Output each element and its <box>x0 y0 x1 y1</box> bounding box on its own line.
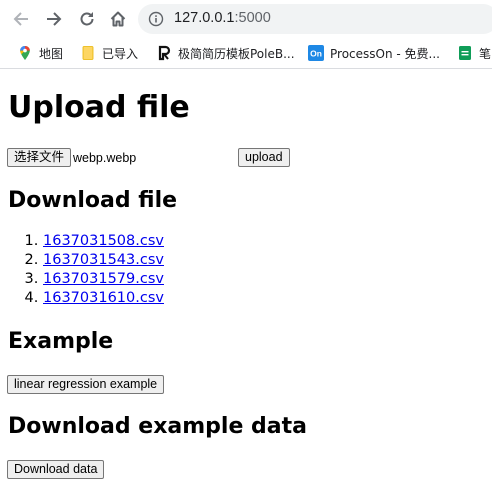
bookmark-maps[interactable]: 地图 <box>17 45 63 61</box>
home-icon[interactable] <box>106 7 130 31</box>
forward-arrow-icon[interactable] <box>42 7 66 31</box>
linear-regression-example-button[interactable]: linear regression example <box>7 375 165 394</box>
example-heading: Example <box>8 329 114 354</box>
processon-icon: On <box>308 45 324 61</box>
bookmark-label: 极简简历模板PoleB... <box>178 46 295 61</box>
back-arrow-icon[interactable] <box>9 7 33 31</box>
green-sheet-icon <box>457 45 473 61</box>
bookmark-label: 地图 <box>39 46 64 61</box>
download-data-button[interactable]: Download data <box>7 460 105 479</box>
bookmarks-bar: 地图 已导入 极简简历模板PoleB... On ProcessOn - 免费.… <box>0 38 492 68</box>
bookmark-label: 已导入 <box>102 46 139 61</box>
file-link[interactable]: 1637031610.csv <box>43 290 164 306</box>
bookmark-processon[interactable]: On ProcessOn - 免费... <box>308 45 440 61</box>
download-file-heading: Download file <box>8 188 178 213</box>
file-link[interactable]: 1637031579.csv <box>43 271 164 287</box>
bookmark-label: ProcessOn - 免费... <box>330 46 440 61</box>
poleb-icon <box>156 45 172 61</box>
list-item: 1637031543.csv <box>43 251 164 270</box>
bookmark-poleb[interactable]: 极简简历模板PoleB... <box>156 45 295 61</box>
google-maps-icon <box>17 45 33 61</box>
folder-icon <box>80 45 96 61</box>
address-url[interactable]: 127.0.0.1:5000 <box>174 10 271 26</box>
bookmark-label: 笔 <box>479 46 492 61</box>
address-bar[interactable]: 127.0.0.1:5000 <box>138 4 492 34</box>
download-example-data-heading: Download example data <box>8 414 307 439</box>
bookmark-notes[interactable]: 笔 <box>457 45 491 61</box>
svg-text:On: On <box>310 49 322 59</box>
file-list: 1637031508.csv 1637031543.csv 1637031579… <box>0 232 164 308</box>
list-item: 1637031508.csv <box>43 232 164 251</box>
file-link[interactable]: 1637031543.csv <box>43 252 164 268</box>
browser-toolbar: 127.0.0.1:5000 <box>0 0 492 38</box>
url-host: 127.0.0.1 <box>174 10 235 26</box>
browser-chrome: 127.0.0.1:5000 地图 已导入 极简简历模板PoleB... On <box>0 0 492 69</box>
choose-file-button[interactable]: 选择文件 <box>7 148 72 167</box>
list-item: 1637031579.csv <box>43 270 164 289</box>
bookmark-imported[interactable]: 已导入 <box>80 45 138 61</box>
info-icon[interactable] <box>148 11 164 27</box>
url-port: :5000 <box>234 10 271 26</box>
page-content: Upload file 选择文件 webp.webp upload Downlo… <box>0 70 492 499</box>
upload-button[interactable]: upload <box>238 148 290 167</box>
chosen-file-name: webp.webp <box>73 151 137 165</box>
upload-heading: Upload file <box>8 90 190 125</box>
file-link[interactable]: 1637031508.csv <box>43 233 164 249</box>
list-item: 1637031610.csv <box>43 289 164 308</box>
reload-icon[interactable] <box>75 7 99 31</box>
